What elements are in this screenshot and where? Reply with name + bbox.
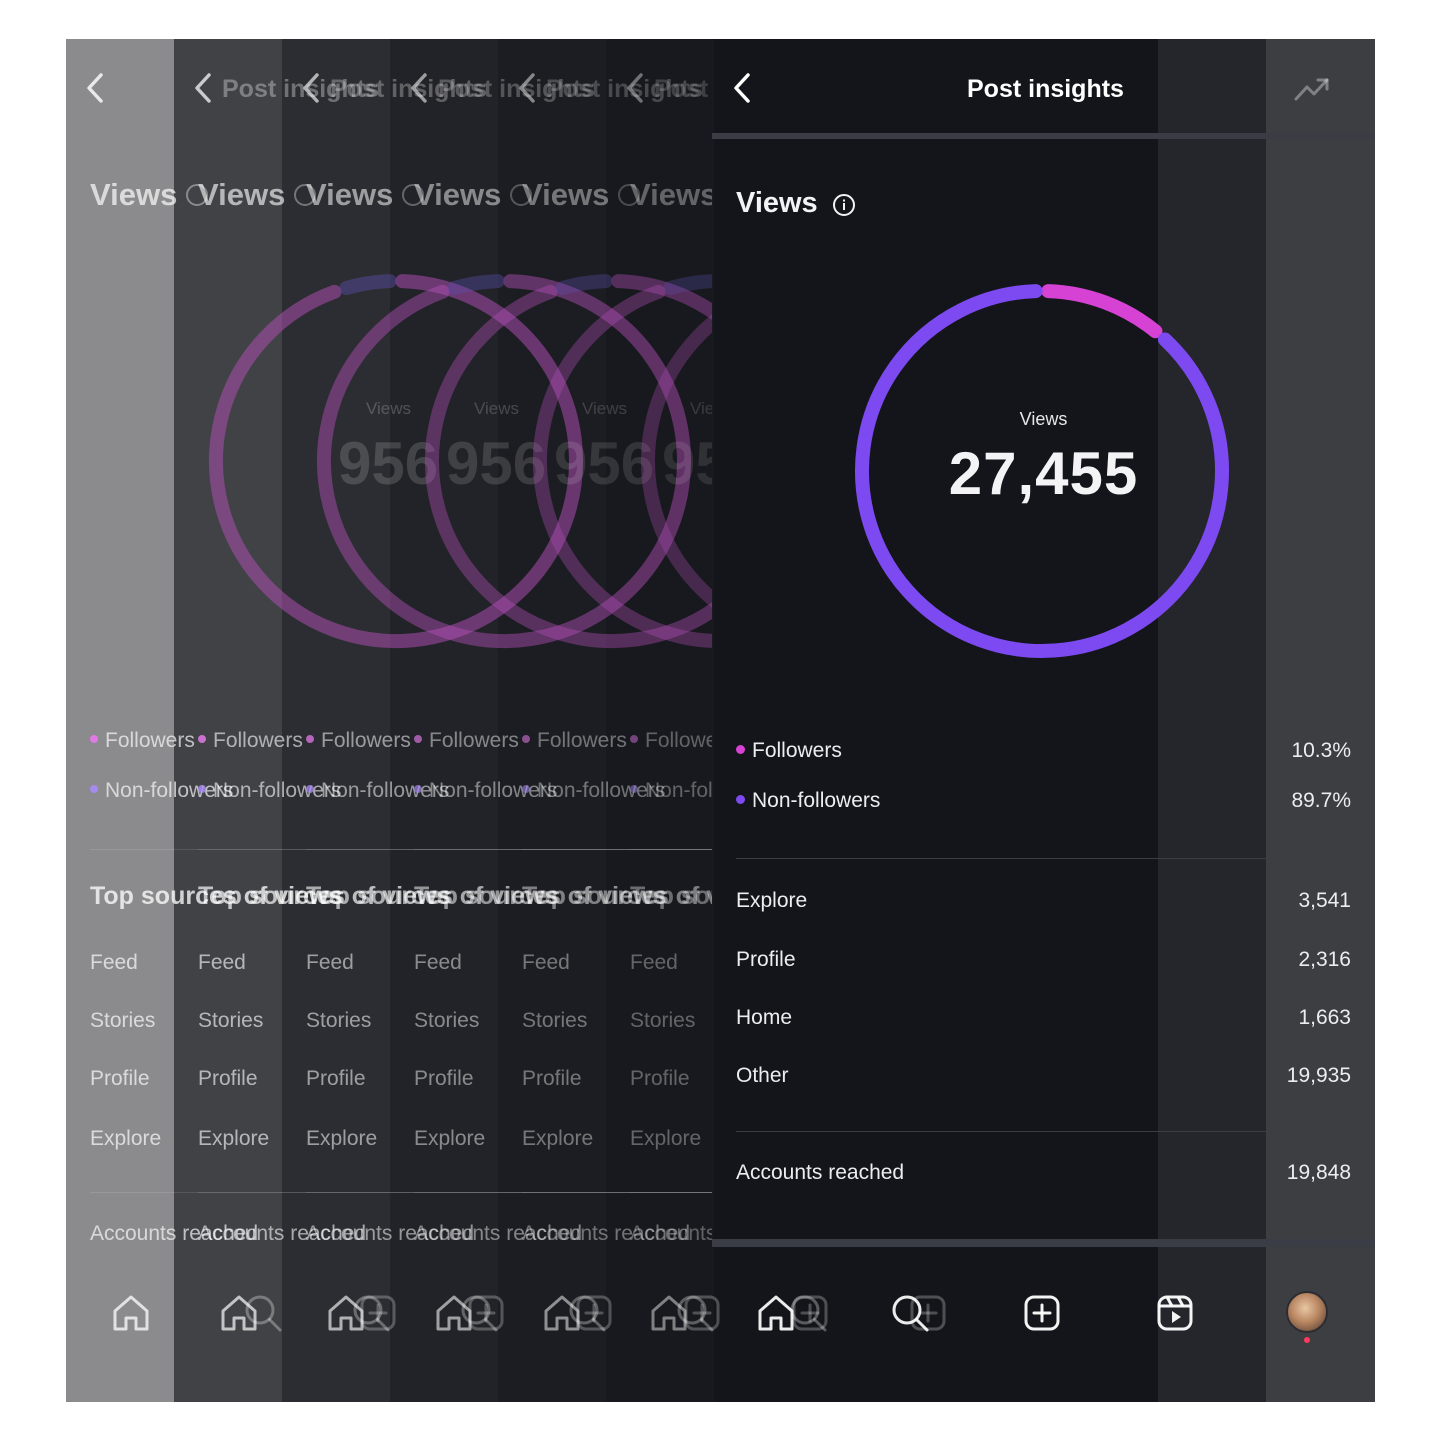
source-label: Explore bbox=[736, 889, 808, 912]
transition-strip bbox=[606, 39, 714, 1402]
legend-non-followers: Non-followers 89.7% bbox=[736, 789, 1351, 819]
plus-square-icon[interactable] bbox=[464, 1291, 508, 1335]
search-icon[interactable] bbox=[888, 1291, 932, 1335]
source-row-other: Other 19,935 bbox=[736, 1064, 1351, 1094]
followers-segment bbox=[1041, 284, 1163, 339]
source-label: Other bbox=[736, 1064, 789, 1087]
source-value: 19,935 bbox=[1286, 1064, 1351, 1087]
page-title: Post insights bbox=[967, 75, 1124, 103]
non-followers-dot bbox=[736, 794, 745, 804]
plus-square-icon[interactable] bbox=[356, 1291, 400, 1335]
plus-square-icon[interactable] bbox=[1020, 1291, 1064, 1335]
post-insights-screen: Post insights Views Views 27,455 Followe… bbox=[712, 39, 1375, 1402]
non-followers-label: Non-followers bbox=[752, 789, 881, 812]
source-row-profile: Profile 2,316 bbox=[736, 948, 1351, 978]
source-label: Home bbox=[736, 1006, 793, 1029]
accounts-reached-row: Accounts reached 19,848 bbox=[736, 1161, 1351, 1191]
transition-strip bbox=[282, 39, 390, 1402]
transition-strip bbox=[390, 39, 498, 1402]
trending-up-icon[interactable] bbox=[1292, 71, 1332, 107]
transition-strip bbox=[66, 39, 174, 1402]
divider bbox=[736, 858, 1351, 859]
plus-square-icon[interactable] bbox=[680, 1291, 724, 1335]
views-heading: Views bbox=[736, 187, 818, 219]
search-icon[interactable] bbox=[241, 1291, 285, 1335]
legend-followers: Followers 10.3% bbox=[736, 739, 1351, 769]
divider bbox=[736, 1131, 1351, 1132]
ring-label: Views bbox=[1019, 409, 1068, 429]
plus-square-icon[interactable] bbox=[572, 1291, 616, 1335]
transition-strip bbox=[498, 39, 606, 1402]
transition-strip bbox=[174, 39, 282, 1402]
chevron-left-icon[interactable] bbox=[728, 69, 756, 107]
source-label: Profile bbox=[736, 948, 796, 971]
followers-dot bbox=[736, 744, 745, 754]
source-value: 3,541 bbox=[1298, 889, 1351, 912]
non-followers-value: 89.7% bbox=[1291, 789, 1351, 812]
reels-icon[interactable] bbox=[1153, 1291, 1197, 1335]
followers-value: 10.3% bbox=[1291, 739, 1351, 762]
source-value: 2,316 bbox=[1298, 948, 1351, 971]
home-icon[interactable] bbox=[109, 1291, 153, 1335]
source-value: 1,663 bbox=[1298, 1006, 1351, 1029]
followers-label: Followers bbox=[752, 739, 842, 762]
accounts-reached-value: 19,848 bbox=[1286, 1161, 1351, 1184]
accounts-reached-label: Accounts reached bbox=[736, 1161, 905, 1184]
header-divider bbox=[712, 133, 1375, 139]
views-total: 27,455 bbox=[948, 440, 1139, 507]
insights-transition-stage: Post insightsViewsViews956FollowersNon-f… bbox=[66, 39, 1375, 1402]
info-icon[interactable] bbox=[832, 193, 856, 217]
notification-dot bbox=[1304, 1337, 1310, 1343]
source-row-home: Home 1,663 bbox=[736, 1006, 1351, 1036]
avatar[interactable] bbox=[1286, 1291, 1328, 1333]
header: Post insights bbox=[712, 39, 1375, 135]
home-icon[interactable] bbox=[754, 1291, 798, 1335]
bottom-divider bbox=[712, 1239, 1375, 1247]
source-row-explore: Explore 3,541 bbox=[736, 889, 1351, 919]
